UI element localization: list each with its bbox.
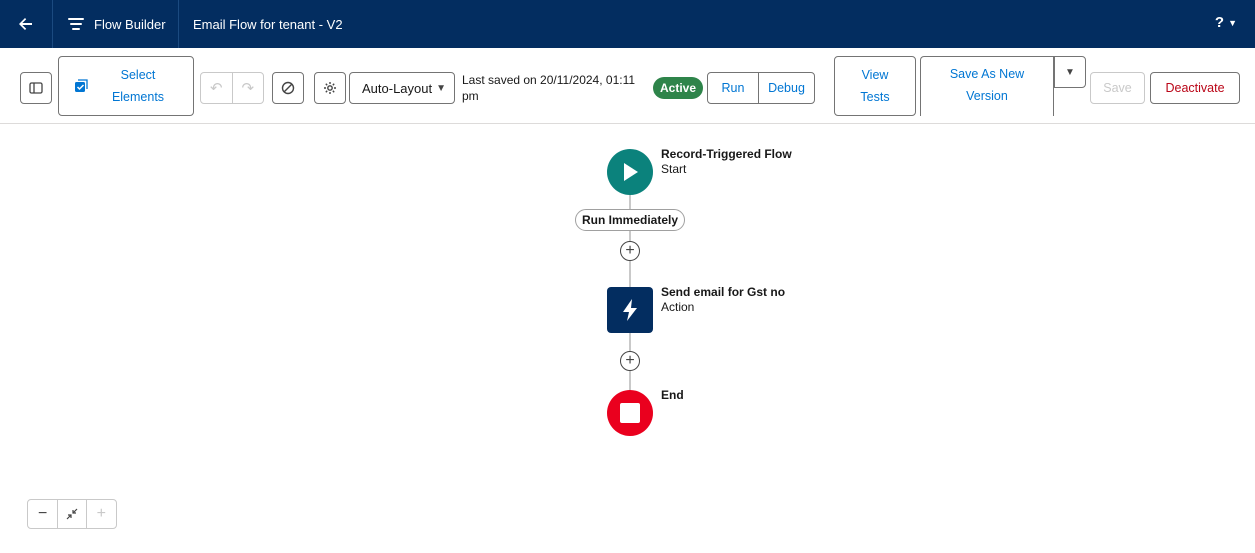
run-debug-group: Run Debug: [707, 72, 815, 104]
redo-icon[interactable]: ↷: [233, 79, 264, 97]
nav-divider: [52, 0, 53, 48]
view-tests-label-1: View: [861, 68, 889, 82]
fit-view-icon[interactable]: [57, 500, 87, 528]
help-icon: ?: [1214, 14, 1225, 31]
select-elements-button[interactable]: Select Elements: [58, 56, 194, 116]
start-node[interactable]: [607, 149, 653, 195]
settings-icon: [324, 82, 336, 94]
zoom-in-icon[interactable]: +: [87, 500, 116, 528]
chevron-down-icon: ▼: [436, 82, 446, 94]
stop-icon: [620, 403, 640, 423]
view-tests-button[interactable]: View Tests: [834, 56, 916, 116]
help-menu-button[interactable]: ? ▼: [1215, 14, 1237, 31]
nav-divider: [178, 0, 179, 48]
toolbar: Select Elements ↶ ↷ Auto-Layout ▼ Last s…: [0, 48, 1255, 124]
save-as-new-version-button[interactable]: Save As New Version: [920, 56, 1054, 116]
connector-line: [629, 195, 631, 209]
connector-line: [629, 333, 631, 351]
end-node[interactable]: [607, 390, 653, 436]
last-saved-text: Last saved on 20/11/2024, 01:11 pm: [462, 73, 636, 103]
add-icon: +: [625, 352, 635, 369]
deactivate-button[interactable]: Deactivate: [1150, 72, 1240, 104]
connector-line: [629, 371, 631, 390]
autolayout-label: Auto-Layout: [362, 80, 433, 96]
view-tests-label-2: Tests: [860, 90, 890, 104]
lightning-icon: [623, 299, 637, 321]
select-elements-label-2: Elements: [111, 90, 165, 104]
back-arrow-icon[interactable]: [14, 12, 38, 36]
zoom-controls: − +: [27, 499, 117, 529]
app-name: Flow Builder: [94, 17, 166, 32]
action-node[interactable]: [607, 287, 653, 333]
chevron-down-icon: ▼: [1228, 17, 1237, 28]
start-node-title: Record-Triggered Flow: [661, 147, 792, 161]
disable-icon: [281, 81, 295, 95]
save-button[interactable]: Save: [1090, 72, 1145, 104]
flow-canvas[interactable]: Record-Triggered Flow Start Run Immediat…: [0, 124, 1255, 553]
select-elements-label-1: Select: [120, 68, 156, 82]
save-as-new-label-2: Version: [966, 89, 1008, 103]
undo-icon[interactable]: ↶: [201, 79, 232, 97]
play-icon: [624, 163, 638, 181]
undo-redo-group: ↶ ↷: [200, 72, 264, 104]
connector-line: [629, 231, 631, 241]
toggle-panel-icon: [29, 82, 43, 94]
autolayout-select[interactable]: Auto-Layout ▼: [349, 72, 455, 104]
add-icon: +: [625, 242, 635, 259]
flow-title: Email Flow for tenant - V2: [193, 17, 343, 32]
settings-button[interactable]: [314, 72, 346, 104]
run-button[interactable]: Run: [708, 73, 759, 103]
flow-builder-icon: [66, 14, 86, 34]
add-element-button[interactable]: +: [620, 241, 640, 261]
save-options-dropdown[interactable]: ▼: [1054, 56, 1086, 88]
toggle-panel-button[interactable]: [20, 72, 52, 104]
zoom-out-icon[interactable]: −: [28, 500, 57, 528]
end-node-title: End: [661, 388, 684, 402]
connector-line: [629, 261, 631, 287]
add-element-button[interactable]: +: [620, 351, 640, 371]
save-as-new-label-1: Save As New: [949, 67, 1025, 81]
start-node-subtitle: Start: [661, 162, 687, 176]
save-as-new-version-group: Save As New Version ▼: [920, 56, 1086, 116]
chevron-down-icon: ▼: [1065, 66, 1075, 78]
debug-button[interactable]: Debug: [759, 73, 814, 103]
path-label-pill[interactable]: Run Immediately: [575, 209, 685, 231]
select-elements-icon: [75, 79, 88, 92]
status-badge: Active: [653, 77, 703, 99]
action-node-title: Send email for Gst no: [661, 285, 786, 299]
top-nav-bar: Flow Builder Email Flow for tenant - V2 …: [0, 0, 1255, 48]
disable-button[interactable]: [272, 72, 304, 104]
action-node-subtitle: Action: [661, 300, 695, 314]
